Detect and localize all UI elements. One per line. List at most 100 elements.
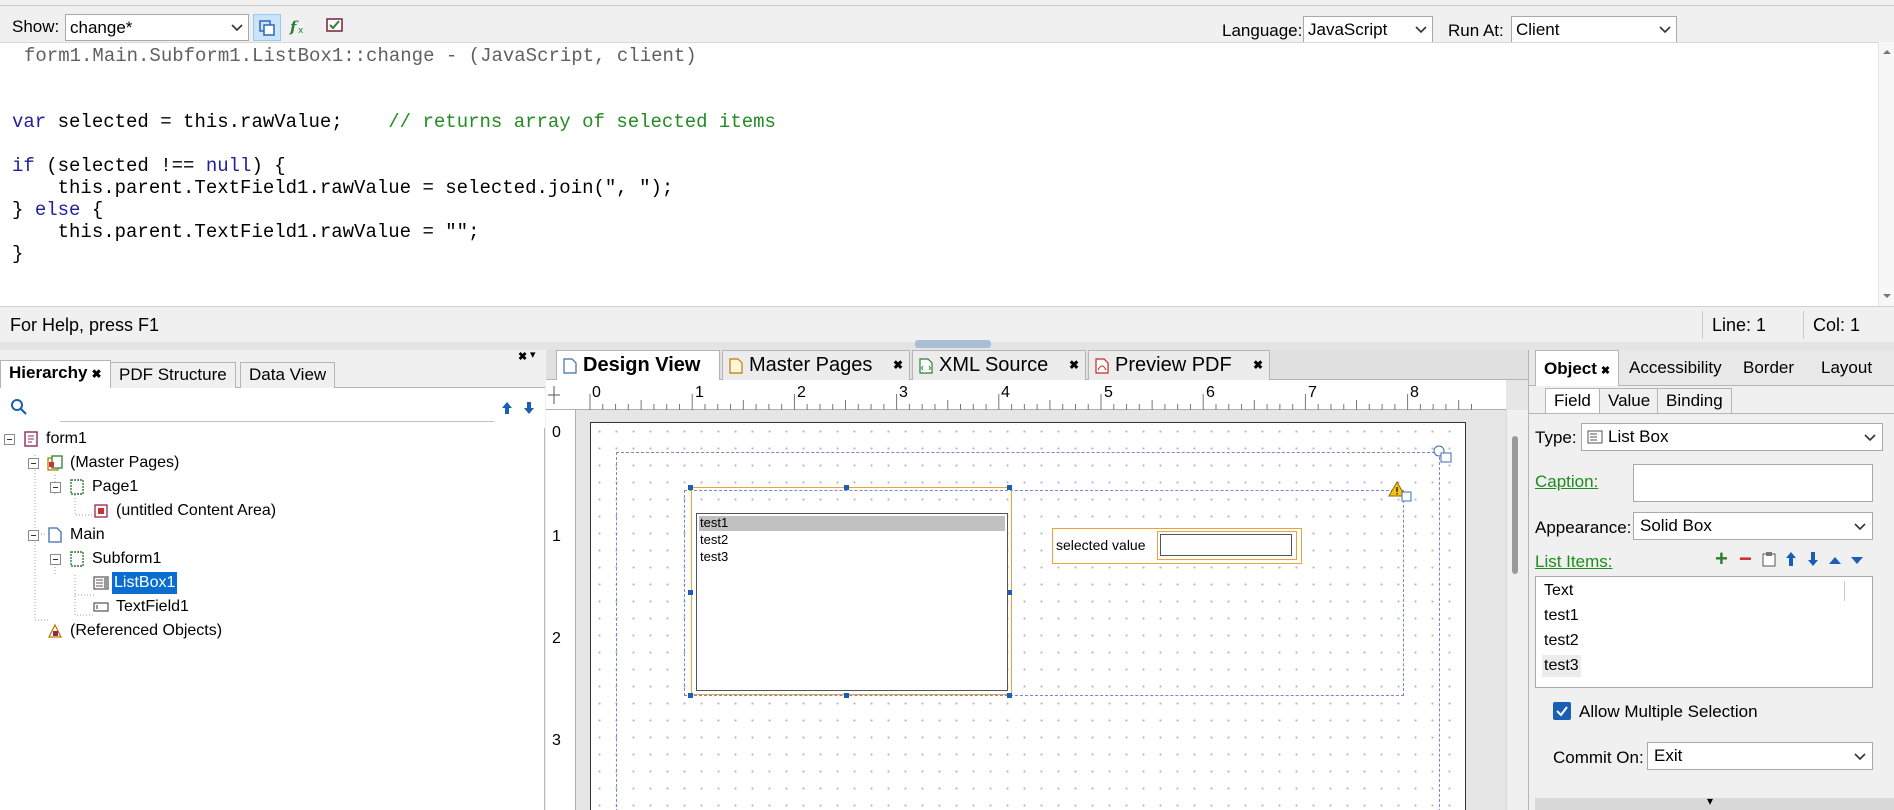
warning-icon[interactable] [1388, 480, 1414, 504]
tree-item-subform1[interactable]: Subform1 [0, 548, 545, 570]
subtab-value[interactable]: Value [1599, 388, 1660, 414]
expand-icon[interactable]: ▾ [1707, 794, 1713, 808]
function-icon: fx [289, 18, 304, 36]
tab-hierarchy[interactable]: Hierarchy ✖ [0, 360, 111, 389]
scroll-down-icon[interactable] [1879, 288, 1894, 304]
tree-item-referenced-objects[interactable]: (Referenced Objects) [0, 620, 545, 642]
add-item-icon[interactable]: + [1715, 548, 1728, 570]
referenced-objects-icon [47, 623, 63, 638]
appearance-select[interactable]: Solid Box [1633, 512, 1873, 540]
tree-item-form1[interactable]: form1 [0, 428, 545, 450]
tab-object[interactable]: Object ✖ [1535, 350, 1620, 386]
functions-button[interactable]: fx [287, 14, 315, 41]
tab-label: PDF Structure [119, 365, 227, 384]
allow-multiple-checkbox[interactable] [1553, 702, 1571, 720]
tab-master-pages[interactable]: Master Pages ✖ [722, 350, 910, 380]
subtab-binding[interactable]: Binding [1657, 388, 1732, 414]
list-item-row[interactable]: test2 [1544, 630, 1579, 652]
chevron-down-icon [1659, 26, 1671, 34]
scrollbar-thumb[interactable] [1512, 436, 1518, 574]
move-up-icon[interactable] [1784, 551, 1798, 567]
code-scrollbar[interactable] [1878, 42, 1894, 306]
script-events-button[interactable] [253, 14, 281, 41]
commit-on-select[interactable]: Exit [1647, 742, 1873, 770]
collapse-toggle[interactable] [50, 554, 61, 565]
close-icon[interactable]: ✖ [1601, 365, 1610, 377]
close-icon[interactable]: ✖ [518, 350, 527, 363]
tab-label: Border [1743, 358, 1795, 377]
caption-input[interactable] [1633, 464, 1873, 502]
arrow-down-icon[interactable] [522, 400, 536, 416]
ruler-label: 2 [797, 384, 806, 401]
tree-label: Main [70, 526, 105, 543]
tree-item-master-pages[interactable]: (Master Pages) [0, 452, 545, 474]
close-icon[interactable]: ✖ [893, 351, 903, 379]
chevron-down-icon [231, 24, 243, 32]
collapse-toggle[interactable] [50, 482, 61, 493]
ruler-label: 3 [552, 732, 561, 749]
tab-label: XML Source [939, 354, 1049, 376]
text-field-frame[interactable]: selected value [1052, 528, 1302, 564]
move-down-icon[interactable] [1806, 551, 1820, 567]
tree-item-page1[interactable]: Page1 [0, 476, 545, 498]
ruler-label: 4 [1001, 384, 1010, 401]
close-icon[interactable]: ✖ [91, 367, 101, 381]
chevron-down-icon [1854, 753, 1866, 761]
tree-item-main[interactable]: Main [0, 524, 545, 546]
collapse-toggle[interactable] [28, 458, 39, 469]
selection-handles[interactable] [683, 480, 1023, 710]
tab-data-view[interactable]: Data View [240, 362, 336, 388]
tree-item-content-area[interactable]: (untitled Content Area) [0, 500, 545, 522]
remove-item-icon[interactable]: − [1739, 548, 1752, 570]
script-code-editor[interactable]: form1.Main.Subform1.ListBox1::change - (… [0, 42, 1894, 306]
page-icon [729, 358, 743, 374]
sort-ascending-icon[interactable] [1827, 554, 1843, 566]
text-field-input[interactable] [1160, 534, 1292, 556]
tab-pdf-structure[interactable]: PDF Structure [110, 362, 236, 388]
tree-item-textfield1[interactable]: TextField1 [0, 596, 545, 618]
subtab-field[interactable]: Field [1545, 388, 1600, 414]
tab-xml-source[interactable]: XML Source ✖ [912, 350, 1086, 380]
type-select[interactable]: List Box [1581, 423, 1883, 451]
code-text: ) { [251, 155, 286, 177]
collapse-toggle[interactable] [4, 434, 15, 445]
script-toolbar: Show: change* fx Language: JavaScript Ru… [0, 6, 1894, 46]
code-corner [1560, 290, 1878, 306]
run-at-select[interactable]: Client [1511, 16, 1677, 43]
tab-layout[interactable]: Layout [1813, 350, 1880, 386]
sort-descending-icon[interactable] [1849, 554, 1865, 566]
panel-menu-icon[interactable]: ▾ [530, 348, 536, 361]
subtab-label: Binding [1666, 391, 1723, 410]
collapse-toggle[interactable] [28, 530, 39, 541]
status-bar: For Help, press F1 Line: 1 Col: 1 [0, 306, 1894, 342]
events-icon [259, 20, 275, 36]
allow-multiple-label[interactable]: Allow Multiple Selection [1579, 702, 1758, 722]
language-select[interactable]: JavaScript [1303, 16, 1433, 43]
column-divider [1844, 581, 1845, 601]
tab-border[interactable]: Border [1735, 350, 1802, 386]
tab-accessibility[interactable]: Accessibility [1621, 350, 1730, 386]
close-icon[interactable]: ✖ [1069, 351, 1079, 379]
list-items-table[interactable]: Text test1 test2 test3 [1535, 576, 1873, 688]
list-item-row[interactable]: test3 [1542, 655, 1581, 677]
check-syntax-button[interactable] [322, 14, 350, 41]
content-area-icon [94, 504, 108, 518]
list-items-label[interactable]: List Items: [1535, 552, 1612, 572]
tree-item-listbox1[interactable]: ListBox1 [0, 572, 545, 594]
show-event-select[interactable]: change* [65, 14, 249, 41]
hierarchy-search-input[interactable] [60, 392, 494, 422]
arrow-up-icon[interactable] [500, 400, 514, 416]
splitter-grip[interactable] [915, 340, 991, 348]
clipboard-icon[interactable] [1762, 551, 1776, 567]
caption-label[interactable]: Caption: [1535, 472, 1598, 492]
list-item-row[interactable]: test1 [1544, 605, 1579, 627]
scroll-up-icon[interactable] [1879, 44, 1894, 60]
ruler-label: 2 [552, 630, 561, 647]
tab-preview-pdf[interactable]: Preview PDF ✖ [1088, 350, 1270, 380]
text-field-icon [93, 602, 109, 612]
code-keyword: null [205, 155, 252, 177]
tab-design-view[interactable]: Design View [556, 350, 720, 380]
horizontal-ruler: 0 1 2 3 4 5 6 7 8 [546, 380, 1506, 410]
close-icon[interactable]: ✖ [1253, 351, 1263, 379]
code-line-3: this.parent.TextField1.rawValue = select… [12, 177, 674, 199]
